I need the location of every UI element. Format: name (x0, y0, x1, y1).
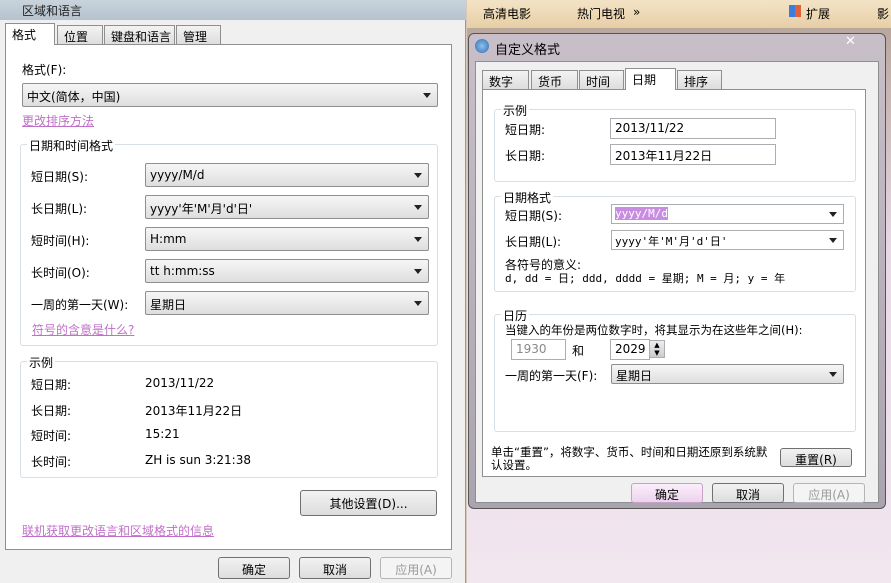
datetime-row-dropdown[interactable]: yyyy'年'M'月'd'日' (145, 195, 429, 219)
long-date-value: yyyy'年'M'月'd'日' (615, 235, 728, 248)
bookmark-hot-tv[interactable]: 热门电视 (577, 5, 625, 22)
dialog-ok-button[interactable]: 确定 (631, 483, 703, 503)
customize-format-dialog: 自定义格式 ✕ 数字 货币 时间 日期 排序 示例 短日期: 2013/11/2… (468, 33, 886, 509)
online-info-link[interactable]: 联机获取更改语言和区域格式的信息 (22, 522, 214, 539)
tab-admin[interactable]: 管理 (176, 25, 221, 45)
example-short-label: 短日期: (505, 123, 546, 137)
datetime-row-label: 短时间(H): (31, 234, 90, 248)
example-row-value: 2013年11月22日 (145, 403, 243, 418)
example-short-value: 2013/11/22 (610, 118, 776, 139)
example-long-label: 长日期: (505, 149, 546, 163)
chevron-down-icon (414, 301, 422, 306)
format-label: 格式(F): (22, 63, 67, 77)
year-from-input: 1930 (511, 339, 566, 360)
example-row-value: 2013/11/22 (145, 376, 215, 390)
long-date-combo[interactable]: yyyy'年'M'月'd'日' (611, 230, 844, 250)
datetime-row-value: tt h:mm:ss (150, 264, 215, 278)
group-title: 日期和时间格式 (27, 137, 116, 154)
chevron-down-icon (829, 238, 837, 243)
chevron-down-icon (829, 212, 837, 217)
globe-icon (475, 39, 489, 53)
format-panel: 格式(F): 中文(简体，中国) 更改排序方法 日期和时间格式 短日期(S): … (5, 44, 452, 550)
and-label: 和 (572, 344, 585, 358)
example-long-value: 2013年11月22日 (610, 144, 776, 165)
datetime-row-label: 长日期(L): (31, 202, 88, 216)
year-spinner[interactable]: ▲ ▼ (649, 340, 665, 358)
short-date-label: 短日期(S): (505, 209, 563, 223)
video-button[interactable]: 影 (877, 5, 889, 22)
tab-keyboard-language[interactable]: 键盘和语言 (104, 25, 175, 45)
dialog-apply-button[interactable]: 应用(A) (793, 483, 865, 503)
date-panel: 示例 短日期: 2013/11/22 长日期: 2013年11月22日 日期格式… (482, 89, 866, 477)
format-value: 中文(简体，中国) (27, 90, 121, 104)
close-icon[interactable]: ✕ (845, 34, 856, 49)
bookmark-hd-movies[interactable]: 高清电影 (483, 5, 531, 22)
more-bookmarks[interactable]: » (633, 5, 640, 19)
tab-time[interactable]: 时间 (579, 70, 624, 90)
chevron-down-icon (414, 269, 422, 274)
chevron-down-icon (414, 237, 422, 242)
dialog-cancel-button[interactable]: 取消 (712, 483, 784, 503)
reset-text: 单击“重置”，将数字、货币、时间和日期还原到系统默认设置。 (491, 445, 768, 472)
extensions-icon (789, 5, 801, 17)
example-row-label: 短日期: (31, 378, 72, 392)
year-to-input[interactable]: 2029 (610, 339, 650, 360)
reset-button[interactable]: 重置(R) (780, 448, 852, 467)
datetime-row-value: H:mm (150, 232, 187, 246)
datetime-row-dropdown[interactable]: H:mm (145, 227, 429, 251)
datetime-row-value: yyyy/M/d (150, 168, 205, 182)
datetime-row-label: 一周的第一天(W): (31, 298, 129, 312)
symbols-meaning-link[interactable]: 符号的含意是什么? (32, 321, 134, 338)
title-bar: 区域和语言 (0, 0, 466, 20)
first-day-label: 一周的第一天(F): (505, 369, 598, 383)
datetime-row-value: yyyy'年'M'月'd'日' (150, 202, 253, 216)
chevron-down-icon (414, 205, 422, 210)
symbols-legend: d, dd = 日; ddd, dddd = 星期; M = 月; y = 年 (505, 272, 786, 285)
datetime-row-label: 短日期(S): (31, 170, 89, 184)
first-day-value: 星期日 (616, 369, 653, 383)
tab-sort[interactable]: 排序 (677, 70, 722, 90)
change-sort-link[interactable]: 更改排序方法 (22, 112, 94, 129)
chevron-down-icon (829, 372, 837, 377)
example-row-value: 15:21 (145, 427, 180, 442)
format-dropdown[interactable]: 中文(简体，中国) (22, 83, 438, 107)
tab-format[interactable]: 格式 (5, 23, 55, 45)
long-date-label: 长日期(L): (505, 235, 562, 249)
example-row-value: ZH is sun 3:21:38 (145, 453, 251, 468)
cancel-button[interactable]: 取消 (299, 557, 371, 579)
calendar-text: 当键入的年份是两位数字时，将其显示为在这些年之间(H): (505, 323, 803, 337)
dialog-body: 数字 货币 时间 日期 排序 示例 短日期: 2013/11/22 长日期: 2… (475, 61, 879, 503)
apply-button[interactable]: 应用(A) (380, 557, 452, 579)
datetime-row-value: 星期日 (150, 298, 187, 312)
tab-location[interactable]: 位置 (57, 25, 103, 45)
datetime-row-dropdown[interactable]: tt h:mm:ss (145, 259, 429, 283)
dialog-title: 自定义格式 (495, 43, 561, 58)
short-date-value: yyyy/M/d (615, 207, 668, 220)
datetime-row-dropdown[interactable]: yyyy/M/d (145, 163, 429, 187)
group-title: 日期格式 (501, 189, 554, 206)
other-settings-button[interactable]: 其他设置(D)... (300, 490, 437, 516)
tab-number[interactable]: 数字 (482, 70, 529, 90)
chevron-down-icon (423, 93, 431, 98)
region-language-window: 区域和语言 格式 位置 键盘和语言 管理 格式(F): 中文(简体，中国) 更改… (0, 0, 466, 583)
first-day-combo[interactable]: 星期日 (611, 364, 844, 384)
example-row-label: 短时间: (31, 429, 72, 444)
extensions-button[interactable]: 扩展 (806, 5, 830, 22)
datetime-row-dropdown[interactable]: 星期日 (145, 291, 429, 315)
group-title: 示例 (501, 102, 530, 119)
chevron-down-icon (414, 173, 422, 178)
tab-currency[interactable]: 货币 (531, 70, 578, 90)
ok-button[interactable]: 确定 (218, 557, 290, 579)
tab-date[interactable]: 日期 (625, 68, 676, 90)
short-date-combo[interactable]: yyyy/M/d (611, 204, 844, 224)
browser-toolbar: 高清电影 热门电视 » 扩展 影 (467, 0, 891, 28)
group-title: 示例 (27, 354, 56, 371)
example-row-label: 长时间: (31, 455, 72, 470)
example-row-label: 长日期: (31, 403, 72, 418)
datetime-row-label: 长时间(O): (31, 266, 90, 280)
